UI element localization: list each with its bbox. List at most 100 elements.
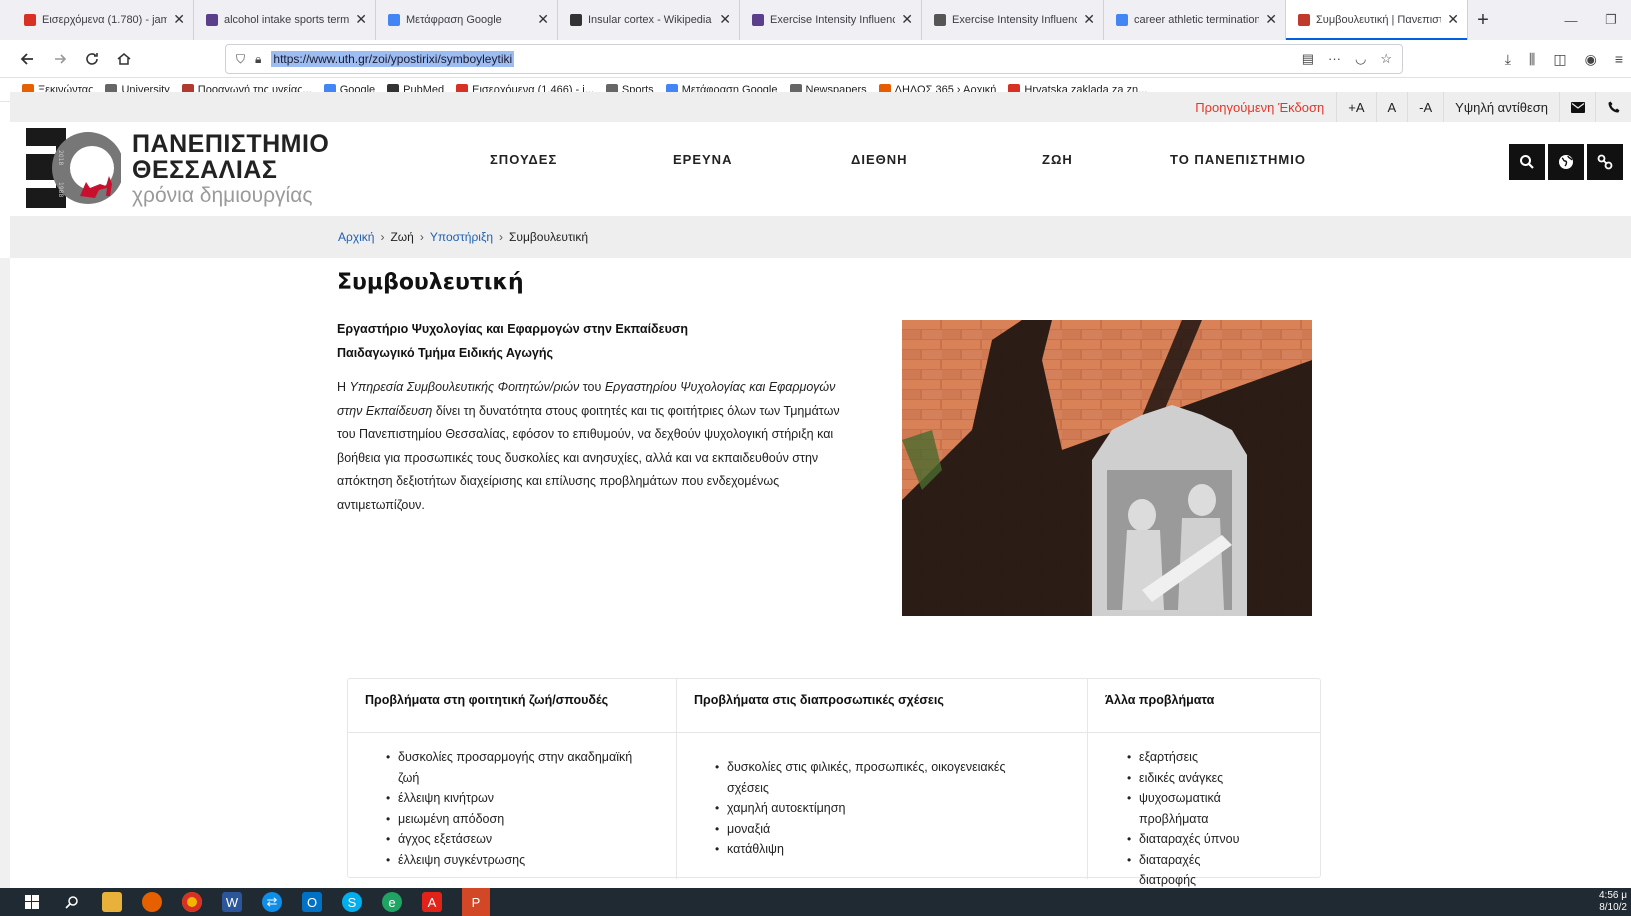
browser-tab[interactable]: Μετάφραση Google ✕: [376, 0, 558, 40]
windows-start-icon[interactable]: [22, 892, 42, 912]
powerpoint-icon[interactable]: P: [462, 888, 490, 916]
browser-tab[interactable]: Insular cortex - Wikipedia ✕: [558, 0, 740, 40]
file-explorer-icon[interactable]: [102, 892, 122, 912]
globe-icon[interactable]: [1548, 144, 1584, 180]
tab-favicon-icon: [934, 14, 946, 26]
word-icon[interactable]: W: [222, 892, 242, 912]
problem-list: εξαρτήσεις ειδικές ανάγκες ψυχοσωματικά …: [1088, 733, 1258, 891]
browser-tab[interactable]: Exercise Intensity Influences ✕: [740, 0, 922, 40]
window-controls: — ❐: [1551, 0, 1631, 40]
chrome-icon[interactable]: [182, 892, 202, 912]
url-text[interactable]: https://www.uth.gr/zoi/ypostirixi/symboy…: [271, 51, 515, 67]
breadcrumb-separator: ›: [499, 230, 503, 244]
breadcrumb-support[interactable]: Υποστήριξη: [430, 230, 493, 244]
menu-icon[interactable]: ≡: [1615, 51, 1623, 67]
close-tab-icon[interactable]: ✕: [719, 11, 731, 28]
nav-item-university[interactable]: ΤΟ ΠΑΝΕΠΙΣΤΗΜΙΟ: [1170, 152, 1306, 167]
list-item: έλλειψη κινήτρων: [386, 788, 638, 809]
email-icon[interactable]: [1559, 92, 1595, 122]
list-item: εξαρτήσεις: [1127, 747, 1258, 768]
reload-button[interactable]: [78, 45, 106, 73]
lock-icon[interactable]: 🔒︎: [255, 52, 261, 67]
reader-view-icon[interactable]: ▤: [1302, 51, 1314, 67]
browser-tab[interactable]: Exercise Intensity Influences ✕: [922, 0, 1104, 40]
shield-icon[interactable]: ⛉: [236, 52, 245, 67]
list-item: χαμηλή αυτοεκτίμηση: [715, 798, 1047, 819]
browser-tab[interactable]: career athletic termination a ✕: [1104, 0, 1286, 40]
list-item: διαταραχές διατροφής: [1127, 850, 1258, 891]
browser-tab[interactable]: alcohol intake sports termina ✕: [194, 0, 376, 40]
list-item: κατάθλιψη: [715, 839, 1047, 860]
bookmark-star-icon[interactable]: ☆: [1380, 51, 1392, 67]
breadcrumb-home[interactable]: Αρχική: [338, 230, 374, 244]
site-utility-bar: Προηγούμενη Έκδοση +A A -A Υψηλή αντίθεσ…: [10, 92, 1631, 122]
browser-tab-bar: Εισερχόμενα (1.780) - jamuri✕alcohol int…: [0, 0, 1631, 40]
link-icon[interactable]: [1587, 144, 1623, 180]
edge-icon[interactable]: e: [382, 892, 402, 912]
url-bar[interactable]: ⛉ 🔒︎ https://www.uth.gr/zoi/ypostirixi/s…: [225, 44, 1403, 74]
forward-arrow-icon: [55, 53, 67, 64]
font-decrease-button[interactable]: -A: [1407, 92, 1443, 122]
skype-icon[interactable]: S: [342, 892, 362, 912]
font-normal-button[interactable]: A: [1375, 92, 1408, 122]
more-actions-icon[interactable]: ···: [1328, 51, 1341, 67]
site-header: 2018 1988 ΠΑΝΕΠΙΣΤΗΜΙΟ ΘΕΣΣΑΛΙΑΣ χρόνια …: [10, 122, 1631, 216]
firefox-icon[interactable]: [142, 892, 162, 912]
list-item: ειδικές ανάγκες: [1127, 768, 1258, 789]
teamviewer-icon[interactable]: ⇄: [262, 892, 282, 912]
outlook-icon[interactable]: O: [302, 892, 322, 912]
close-tab-icon[interactable]: ✕: [1265, 11, 1277, 28]
tab-favicon-icon: [570, 14, 582, 26]
list-item: έλλειψη συγκέντρωσης: [386, 850, 638, 871]
search-icon[interactable]: [1509, 144, 1545, 180]
intro-text: δίνει τη δυνατότητα στους φοιτητές και τ…: [337, 403, 840, 512]
minimize-icon[interactable]: —: [1551, 0, 1591, 40]
page-content: Συμβουλευτική Εργαστήριο Ψυχολογίας και …: [0, 258, 1631, 888]
previous-version-link[interactable]: Προηγούμενη Έκδοση: [1183, 100, 1336, 115]
close-tab-icon[interactable]: ✕: [1447, 11, 1459, 28]
breadcrumb-separator: ›: [419, 230, 424, 244]
close-tab-icon[interactable]: ✕: [355, 11, 367, 28]
problems-table: Προβλήματα στη φοιτητική ζωή/σπουδές δυσ…: [347, 678, 1321, 887]
breadcrumb: Αρχική › Ζωή › Υποστήριξη › Συμβουλευτικ…: [338, 230, 588, 244]
header-actions: [1509, 144, 1623, 180]
acrobat-icon[interactable]: A: [422, 892, 442, 912]
new-tab-button[interactable]: +: [1468, 0, 1498, 40]
university-logo[interactable]: 2018 1988 ΠΑΝΕΠΙΣΤΗΜΙΟ ΘΕΣΣΑΛΙΑΣ χρόνια …: [26, 128, 336, 208]
font-increase-button[interactable]: +A: [1336, 92, 1375, 122]
close-tab-icon[interactable]: ✕: [901, 11, 913, 28]
logo-line-2: ΘΕΣΣΑΛΙΑΣ: [132, 156, 278, 184]
browser-tab[interactable]: Εισερχόμενα (1.780) - jamuri ✕: [12, 0, 194, 40]
tab-label: Συμβουλευτική | Πανεπιστήμ: [1316, 14, 1441, 26]
nav-item-studies[interactable]: ΣΠΟΥΔΕΣ: [490, 152, 557, 167]
system-clock[interactable]: 4:56 μ 8/10/2: [1599, 890, 1627, 914]
phone-icon[interactable]: [1595, 92, 1631, 122]
clock-time: 4:56 μ: [1598, 890, 1627, 901]
nav-item-life[interactable]: ΖΩΗ: [1042, 152, 1073, 167]
download-icon[interactable]: ⤓: [1505, 51, 1511, 68]
pocket-icon[interactable]: ◡: [1355, 51, 1366, 67]
breadcrumb-life[interactable]: Ζωή: [390, 230, 413, 244]
search-icon[interactable]: [62, 892, 82, 912]
list-item: δυσκολίες προσαρμογής στην ακαδημαϊκή ζω…: [386, 747, 638, 788]
library-icon[interactable]: ⫼: [1529, 51, 1535, 68]
account-icon[interactable]: ◉: [1585, 51, 1597, 68]
reload-icon: [86, 52, 98, 65]
tab-label: Exercise Intensity Influences: [770, 14, 895, 26]
home-button[interactable]: [110, 45, 138, 73]
sidebar-icon[interactable]: ◫: [1553, 51, 1566, 68]
forward-button[interactable]: [46, 45, 74, 73]
close-tab-icon[interactable]: ✕: [1083, 11, 1095, 28]
back-button[interactable]: [14, 45, 42, 73]
main-navigation: ΣΠΟΥΔΕΣ ΕΡΕΥΝΑ ΔΙΕΘΝΗ ΖΩΗ ΤΟ ΠΑΝΕΠΙΣΤΗΜΙ…: [490, 152, 1310, 182]
browser-tab[interactable]: Συμβουλευτική | Πανεπιστήμ ✕: [1286, 0, 1468, 40]
stele-photo: [902, 320, 1312, 616]
table-header: Προβλήματα στη φοιτητική ζωή/σπουδές: [348, 679, 676, 733]
restore-icon[interactable]: ❐: [1591, 0, 1631, 40]
list-item: διαταραχές ύπνου: [1127, 829, 1258, 850]
high-contrast-button[interactable]: Υψηλή αντίθεση: [1443, 92, 1559, 122]
nav-item-international[interactable]: ΔΙΕΘΝΗ: [851, 152, 908, 167]
close-tab-icon[interactable]: ✕: [537, 11, 549, 28]
nav-item-research[interactable]: ΕΡΕΥΝΑ: [673, 152, 732, 167]
close-tab-icon[interactable]: ✕: [173, 11, 185, 28]
